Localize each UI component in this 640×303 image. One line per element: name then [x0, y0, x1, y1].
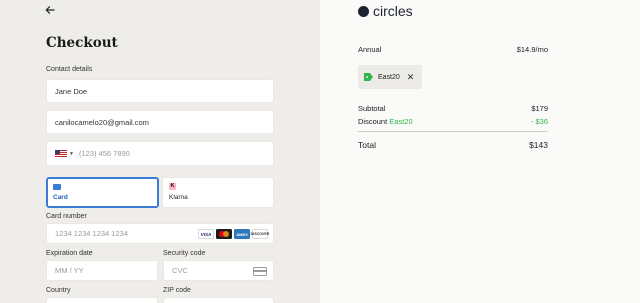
security-code-placeholder: CVC	[172, 266, 188, 275]
plan-label: Annual	[358, 45, 382, 54]
country-label: Country	[46, 287, 71, 294]
card-number-input[interactable]: 1234 1234 1234 1234 VISA AMEX DISCOVER	[46, 223, 274, 244]
payment-method-klarna[interactable]: K Klarna	[162, 177, 274, 208]
arrow-left-icon[interactable]	[45, 4, 55, 18]
subtotal-label: Subtotal	[358, 104, 386, 113]
payment-method-card[interactable]: Card	[46, 177, 159, 208]
expiration-input[interactable]: MM / YY	[46, 260, 158, 281]
contact-details-label: Contact details	[46, 66, 93, 73]
phone-field[interactable]: ▼ (123) 456 7890	[46, 141, 274, 166]
discount-row: Discount East20 - $36	[358, 117, 548, 126]
name-value: Jane Doe	[55, 86, 88, 96]
email-value: canilocamelo20@gmail.com	[55, 117, 149, 127]
total-value: $143	[529, 140, 548, 150]
close-icon[interactable]: ✕	[407, 72, 415, 82]
total-row: Total $143	[358, 140, 548, 150]
discount-label: Discount	[358, 117, 390, 126]
expiration-placeholder: MM / YY	[55, 266, 84, 275]
page-title: Checkout	[46, 35, 118, 51]
klarna-icon: K	[169, 183, 176, 190]
name-field[interactable]: Jane Doe	[46, 79, 274, 103]
checkout-panel: Checkout Contact details Jane Doe canilo…	[0, 0, 320, 303]
card-number-placeholder: 1234 1234 1234 1234	[55, 229, 128, 238]
circles-logo-icon	[358, 5, 369, 17]
payment-method-label: Card	[53, 194, 68, 201]
country-select[interactable]	[46, 297, 158, 303]
discount-value: - $36	[530, 117, 548, 126]
zip-code-label: ZIP code	[163, 287, 191, 294]
coupon-chip: East20 ✕	[358, 65, 422, 89]
subtotal-row: Subtotal $179	[358, 104, 548, 113]
discover-icon: DISCOVER	[251, 229, 269, 239]
total-label: Total	[358, 140, 376, 150]
tag-icon	[364, 73, 373, 81]
subtotal-value: $179	[531, 104, 548, 113]
plan-price: $14.9/mo	[516, 45, 548, 54]
visa-icon: VISA	[198, 229, 214, 239]
coupon-code: East20	[378, 73, 400, 81]
summary-divider	[358, 131, 548, 132]
payment-method-label: Klarna	[169, 194, 188, 201]
card-brands: VISA AMEX DISCOVER	[198, 229, 269, 239]
us-flag-icon[interactable]	[55, 149, 67, 158]
zip-code-input[interactable]	[163, 297, 274, 303]
credit-card-icon	[53, 184, 61, 190]
plan-row: Annual $14.9/mo	[358, 45, 548, 54]
logo-text: circles	[373, 3, 413, 19]
discount-code: East20	[389, 117, 413, 126]
chevron-down-icon[interactable]: ▼	[69, 151, 74, 157]
email-field[interactable]: canilocamelo20@gmail.com	[46, 110, 274, 134]
security-code-label: Security code	[163, 250, 206, 257]
card-number-label: Card number	[46, 213, 87, 220]
cvc-card-icon	[253, 267, 267, 276]
amex-icon: AMEX	[234, 229, 250, 239]
mastercard-icon	[216, 229, 232, 239]
security-code-input[interactable]: CVC	[163, 260, 274, 281]
brand-logo: circles	[358, 3, 413, 19]
phone-placeholder: (123) 456 7890	[78, 149, 130, 158]
expiration-label: Expiration date	[46, 250, 93, 257]
